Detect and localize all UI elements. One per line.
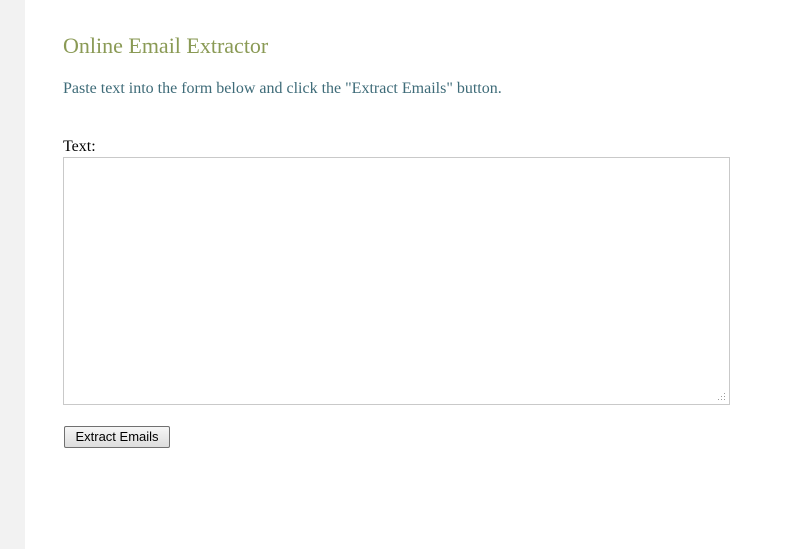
left-margin-strip [0,0,25,549]
page-title: Online Email Extractor [63,33,269,58]
resize-grip-icon[interactable] [715,390,727,402]
text-input-area[interactable] [63,157,730,405]
instructions-text: Paste text into the form below and click… [63,80,502,97]
text-field-label: Text: [63,138,96,155]
extract-emails-button[interactable]: Extract Emails [64,426,170,448]
